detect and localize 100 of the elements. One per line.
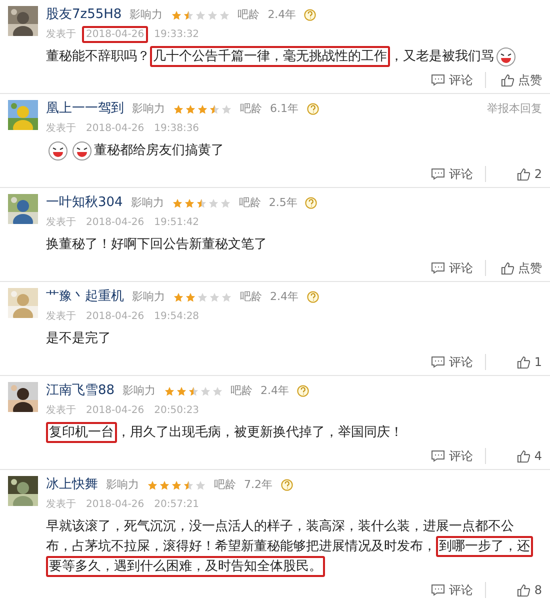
comment-icon [431, 168, 445, 180]
like-button[interactable]: 8 [498, 581, 542, 599]
star-icon [159, 480, 170, 490]
age-value: 2.5年 [268, 194, 298, 211]
posted-label: 发表于 [46, 28, 76, 41]
influence-label: 影响力 [132, 100, 165, 117]
post-text: 复印机一台 ，用久了出现毛病，被更新换代掉了，举国同庆！ [46, 423, 403, 443]
username[interactable]: 股友7z55H8 [46, 5, 122, 25]
age-label: 吧龄 [238, 6, 260, 23]
post-time: 19:33:32 [154, 28, 200, 41]
star-icon [221, 104, 232, 114]
post-text: 董秘都给房友们搞黄了 [94, 142, 224, 160]
star-icon [182, 10, 194, 20]
posted-label: 发表于 [46, 122, 76, 135]
star-icon [185, 292, 196, 302]
star-icon [184, 198, 195, 208]
star-icon [188, 386, 199, 396]
username[interactable]: 艹豫丶起重机 [46, 287, 124, 307]
star-icon [197, 292, 208, 302]
post-date: 2018-04-26 [85, 216, 146, 230]
username[interactable]: 一叶知秋304 [46, 193, 123, 213]
post-time: 19:38:36 [154, 122, 200, 135]
influence-label: 影响力 [130, 194, 164, 211]
star-icon [164, 386, 175, 396]
like-button[interactable]: 1 [498, 353, 542, 371]
post-date: 2018-04-26 [82, 26, 148, 43]
star-icon [218, 10, 230, 20]
help-icon[interactable] [280, 479, 292, 491]
username[interactable]: 凰上一一驾到 [46, 99, 124, 119]
star-icon [206, 10, 218, 20]
posted-label: 发表于 [46, 498, 76, 511]
comment-button[interactable]: 评论 [431, 165, 473, 183]
comment-button[interactable]: 评论 [431, 447, 473, 465]
star-icon [171, 480, 182, 490]
help-icon[interactable] [306, 103, 318, 115]
help-icon[interactable] [305, 197, 318, 209]
comment-button[interactable]: 评论 [431, 71, 473, 89]
comment-icon [431, 74, 445, 86]
posted-label: 发表于 [46, 404, 76, 417]
posted-label: 发表于 [46, 310, 76, 323]
post-text: 是不是完了 [46, 330, 111, 348]
star-icon [176, 386, 187, 396]
comment-icon [431, 262, 445, 274]
star-icon [173, 292, 184, 302]
comment-button[interactable]: 评论 [431, 581, 473, 599]
star-icon [183, 480, 194, 490]
star-icon [197, 104, 208, 114]
post-date: 2018-04-26 [85, 404, 146, 418]
influence-label: 影响力 [106, 476, 139, 493]
star-icon [209, 292, 220, 302]
star-icon [200, 386, 211, 396]
post-time: 20:50:23 [154, 404, 200, 417]
thumbs-up-icon [517, 168, 530, 180]
star-icon [208, 198, 219, 208]
age-label: 吧龄 [238, 194, 261, 211]
age-value: 2.4年 [270, 288, 298, 305]
star-icon [173, 104, 184, 114]
posted-label: 发表于 [46, 216, 76, 229]
like-button[interactable]: 点赞 [498, 259, 542, 277]
post-time: 20:57:21 [154, 498, 200, 511]
star-icon [221, 292, 232, 302]
laughing-face-icon [48, 141, 68, 161]
age-value: 2.4年 [260, 382, 290, 399]
star-icon [147, 480, 158, 490]
post-time: 19:51:42 [154, 216, 200, 229]
age-value: 6.1年 [270, 100, 298, 117]
post-text: 换董秘了！好啊下回公告新董秘文笔了 [46, 236, 267, 254]
thumbs-up-icon [517, 356, 530, 368]
influence-label: 影响力 [130, 6, 163, 23]
like-button[interactable]: 2 [498, 165, 542, 183]
age-value: 2.4年 [268, 6, 296, 23]
thumbs-up-icon [501, 262, 514, 274]
star-icon [195, 480, 206, 490]
help-icon[interactable] [306, 291, 318, 303]
comment-button[interactable]: 评论 [431, 353, 473, 371]
like-button[interactable]: 4 [498, 447, 542, 465]
star-icon [220, 198, 231, 208]
age-label: 吧龄 [240, 100, 262, 117]
post-date: 2018-04-26 [85, 122, 146, 136]
laughing-face-icon [496, 47, 516, 67]
comment-button[interactable]: 评论 [431, 259, 473, 277]
post-date: 2018-04-26 [85, 498, 146, 512]
like-button[interactable]: 点赞 [498, 71, 542, 89]
star-icon [170, 10, 182, 20]
username[interactable]: 江南飞雪88 [46, 381, 115, 401]
star-icon [172, 198, 183, 208]
laughing-face-icon [72, 141, 92, 161]
post-text: 董秘能不辞职吗？ 几十个公告千篇一律，毫无挑战性的工作 ，又老是被我们骂 [46, 47, 494, 67]
influence-label: 影响力 [132, 288, 165, 305]
age-value: 7.2年 [244, 476, 272, 493]
star-icon [212, 386, 223, 396]
help-icon[interactable] [304, 9, 316, 21]
star-icon [209, 104, 220, 114]
username[interactable]: 冰上快舞 [46, 475, 98, 495]
thumbs-up-icon [501, 74, 514, 86]
influence-label: 影响力 [122, 382, 156, 399]
help-icon[interactable] [297, 385, 310, 397]
post-time: 19:54:28 [154, 310, 200, 323]
star-icon [194, 10, 206, 20]
age-label: 吧龄 [240, 288, 262, 305]
